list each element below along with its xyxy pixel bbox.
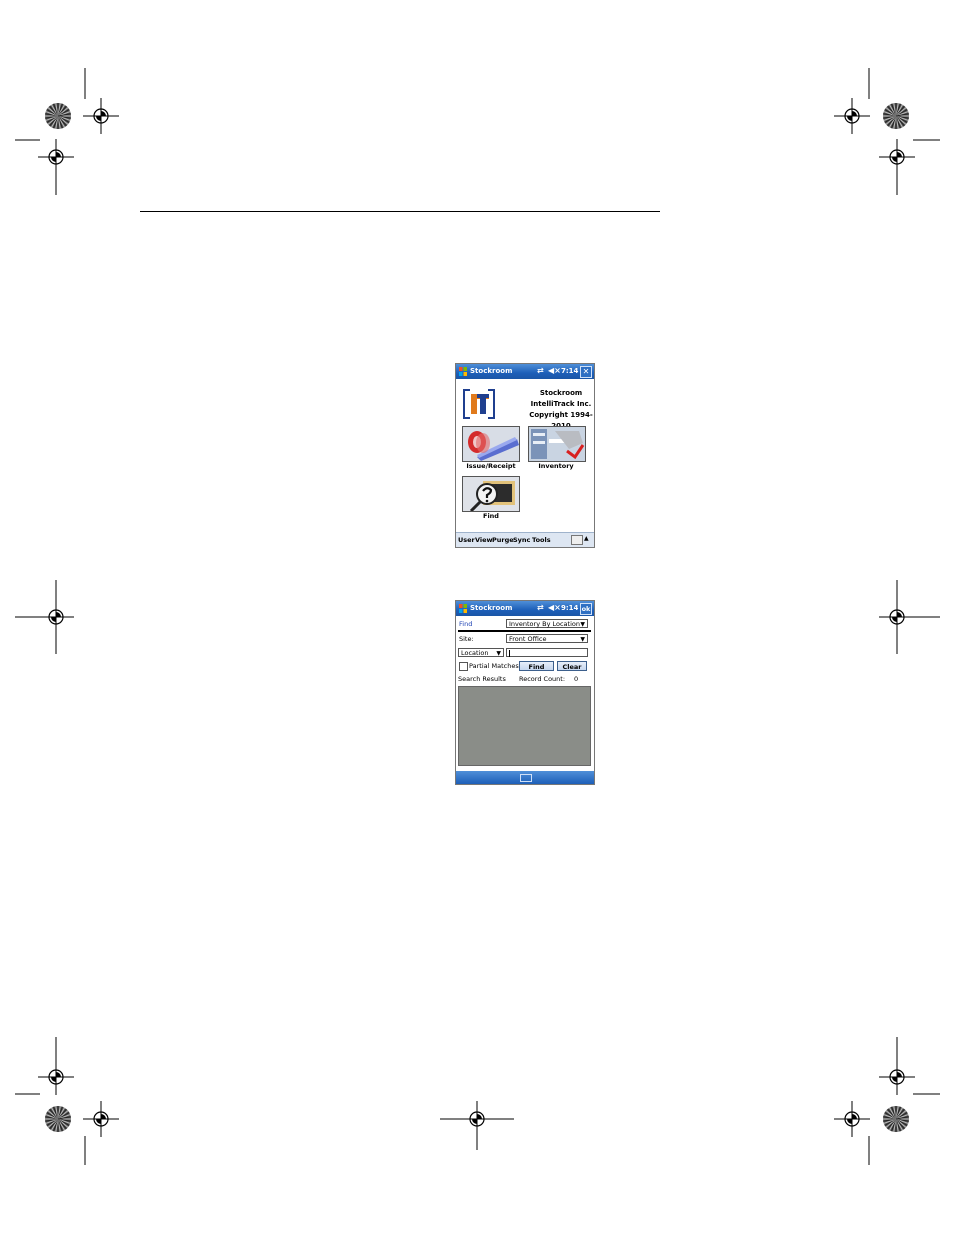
menu-bar: User View Purge Sync Tools ▲ <box>456 532 594 547</box>
inventory-button[interactable] <box>528 426 586 462</box>
close-button[interactable]: ✕ <box>580 366 592 378</box>
find-icon <box>463 477 519 513</box>
menu-purge[interactable]: Purge <box>492 536 514 544</box>
title-bar: Stockroom ⇄ ◀× 9:14 ok <box>456 601 594 616</box>
connectivity-icon[interactable]: ⇄ <box>537 366 544 375</box>
find-heading: Find <box>459 620 473 628</box>
stockroom-main-screen: Stockroom ⇄ ◀× 7:14 ✕ Stockroom IntelliT… <box>455 363 595 548</box>
text-cursor <box>509 649 510 657</box>
starburst-mark <box>45 103 71 129</box>
starburst-mark <box>883 103 909 129</box>
starburst-mark <box>45 1106 71 1132</box>
menu-tools[interactable]: Tools <box>532 536 551 544</box>
keyboard-chevron-icon[interactable]: ▲ <box>584 535 589 542</box>
partial-matches-checkbox[interactable] <box>459 662 468 671</box>
issue-receipt-icon <box>463 427 519 461</box>
clear-button[interactable]: Clear <box>557 661 587 671</box>
windows-start-icon[interactable] <box>458 366 468 377</box>
site-label: Site: <box>459 635 474 643</box>
find-label: Find <box>483 512 499 520</box>
clock[interactable]: 7:14 <box>561 367 578 375</box>
chevron-down-icon: ▼ <box>496 650 501 657</box>
find-button[interactable]: Find <box>519 661 554 671</box>
windows-start-icon[interactable] <box>458 603 468 614</box>
location-input[interactable] <box>506 648 588 657</box>
volume-mute-icon[interactable]: ◀× <box>548 603 561 612</box>
record-count-value: 0 <box>574 675 579 683</box>
intellitrack-logo <box>462 388 496 420</box>
connectivity-icon[interactable]: ⇄ <box>537 603 544 612</box>
ok-button[interactable]: ok <box>580 603 592 615</box>
chevron-down-icon: ▼ <box>580 636 585 643</box>
volume-mute-icon[interactable]: ◀× <box>548 366 561 375</box>
site-select[interactable]: Front Office ▼ <box>506 634 588 643</box>
keyboard-icon[interactable] <box>571 535 583 545</box>
keyboard-icon[interactable] <box>520 774 532 782</box>
window-title: Stockroom <box>470 367 513 375</box>
field-select[interactable]: Location ▼ <box>458 648 504 657</box>
menu-user[interactable]: User <box>458 536 475 544</box>
stockroom-find-screen: Stockroom ⇄ ◀× 9:14 ok Find Inventory By… <box>455 600 595 785</box>
inventory-icon <box>529 427 585 461</box>
field-select-value: Location <box>461 649 489 657</box>
issue-receipt-button[interactable] <box>462 426 520 462</box>
record-count-label: Record Count: <box>519 675 566 683</box>
find-mode-select[interactable]: Inventory By Location ▼ <box>506 619 588 628</box>
app-name: Stockroom <box>539 389 583 397</box>
starburst-mark <box>883 1106 909 1132</box>
find-button[interactable] <box>462 476 520 513</box>
company-name: IntelliTrack Inc. <box>530 400 592 408</box>
clock[interactable]: 9:14 <box>561 604 578 612</box>
bottom-bar <box>456 771 594 784</box>
window-title: Stockroom <box>470 604 513 612</box>
menu-view[interactable]: View <box>475 536 493 544</box>
search-results-list[interactable] <box>458 686 591 766</box>
title-bar: Stockroom ⇄ ◀× 7:14 ✕ <box>456 364 594 379</box>
partial-matches-label: Partial Matches <box>469 662 519 670</box>
search-results-label: Search Results <box>458 675 506 683</box>
inventory-label: Inventory <box>538 462 574 470</box>
menu-sync[interactable]: Sync <box>513 536 530 544</box>
issue-receipt-label: Issue/Receipt <box>466 462 516 470</box>
header-divider <box>458 630 591 632</box>
chevron-down-icon: ▼ <box>580 621 585 628</box>
site-value: Front Office <box>509 635 547 643</box>
find-mode-value: Inventory By Location <box>509 620 580 628</box>
